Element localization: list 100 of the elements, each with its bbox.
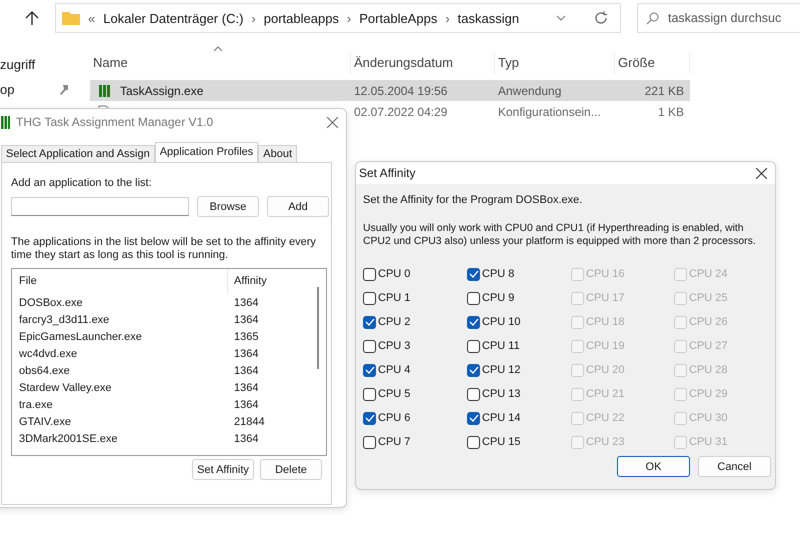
list-cell-text: 1364 (233, 382, 258, 394)
checkbox-label: CPU 17 (586, 292, 625, 304)
info-text: Usually you will only work with CPU0 and CPU1 (if Hyperthreading is enabled, with CPU2 und CPU3 also) unless your platform is equipped with more than 2 processors. (363, 222, 757, 248)
checkbox-label: CPU 23 (586, 436, 625, 448)
file-size: 1 KB (656, 104, 685, 118)
checkbox-label: CPU 4 (378, 364, 410, 376)
checkbox[interactable] (467, 292, 480, 304)
checkbox[interactable] (467, 436, 480, 448)
up-arrow-icon[interactable] (25, 10, 39, 26)
checkbox-label: CPU 25 (689, 292, 728, 304)
checkbox-label: CPU 19 (586, 340, 625, 352)
path-input[interactable] (11, 197, 189, 216)
checkbox[interactable] (363, 412, 376, 424)
checkbox-label: CPU 8 (482, 268, 514, 280)
list-cell-text: 3DMark2001SE.exe (18, 432, 118, 444)
breadcrumb-item[interactable]: taskassign (458, 10, 520, 26)
list-cell-text: GTAIV.exe (18, 416, 72, 428)
sort-caret-icon (214, 46, 222, 51)
list-cell-text: 1364 (233, 296, 258, 308)
breadcrumb-item[interactable]: Lokaler Datenträger (C:) (103, 10, 244, 26)
checkbox-label: CPU 20 (586, 364, 625, 376)
close-icon[interactable] (327, 116, 338, 128)
checkbox-label: CPU 3 (378, 340, 410, 352)
checkbox[interactable] (467, 268, 480, 280)
refresh-icon[interactable] (594, 11, 608, 25)
checkbox[interactable] (467, 412, 480, 424)
dialog-button[interactable]: Cancel (698, 456, 771, 477)
nav-item[interactable]: zugriff (0, 56, 75, 73)
dialog-button[interactable]: Set Affinity (192, 459, 254, 480)
checkbox[interactable] (363, 364, 376, 376)
checkbox[interactable] (467, 340, 480, 352)
column-header[interactable]: Änderungsdatum (351, 52, 495, 74)
checkbox[interactable] (363, 340, 376, 352)
checkbox-label: CPU 7 (378, 436, 410, 448)
scrollbar-thumb[interactable] (317, 287, 319, 369)
breadcrumb-separator: « (88, 10, 96, 26)
checkbox[interactable] (363, 268, 376, 280)
checkbox-label: CPU 27 (689, 340, 728, 352)
checkbox-label: CPU 16 (586, 268, 625, 280)
nav-label: zugriff (0, 57, 36, 72)
checkbox-label: CPU 0 (378, 268, 410, 280)
search-field[interactable]: taskassign durchsuc (637, 3, 800, 33)
nav-label: op (0, 82, 14, 97)
file-date: 02.07.2022 04:29 (353, 104, 448, 118)
checkbox[interactable] (363, 388, 376, 400)
column-header[interactable]: Name (90, 52, 351, 74)
column-header[interactable]: File (12, 269, 228, 293)
dialog-button[interactable]: Delete (260, 459, 322, 480)
intro-text: Set the Affinity for the Program DOSBox.exe. (363, 194, 584, 206)
folder-icon (62, 11, 80, 25)
address-bar[interactable]: « Lokaler Datenträger (C:) › portableapps › PortableApps › taskassign (55, 3, 621, 33)
checkbox-label: CPU 28 (689, 364, 728, 376)
list-cell-text: 1364 (233, 364, 258, 376)
list-cell-text: farcry3_d3d11.exe (18, 314, 110, 326)
file-row[interactable]: TaskAssign.exe 12.05.2004 19:56 Anwendung 221 KB (90, 80, 690, 101)
dialog-button[interactable]: OK (617, 456, 690, 477)
checkbox-label: CPU 18 (586, 316, 625, 328)
checkbox[interactable] (467, 364, 480, 376)
search-icon (646, 12, 659, 25)
window-title: THG Task Assignment Manager V1.0 (16, 115, 214, 129)
column-header[interactable]: Typ (495, 52, 615, 74)
checkbox[interactable] (363, 292, 376, 304)
dropdown-chevron-icon[interactable] (556, 15, 566, 21)
checkbox-label: CPU 9 (482, 292, 514, 304)
list-cell-text: 1365 (233, 330, 258, 342)
checkbox[interactable] (467, 388, 480, 400)
checkbox-label: CPU 11 (482, 340, 520, 352)
checkbox[interactable] (467, 316, 480, 328)
tab[interactable]: About (258, 145, 298, 162)
breadcrumb-item[interactable]: portableapps (264, 10, 339, 26)
list-cell-text: 1364 (233, 432, 258, 444)
checkbox-label: CPU 21 (586, 388, 625, 400)
checkbox-label: CPU 1 (378, 292, 410, 304)
pin-icon (59, 84, 69, 94)
file-date: 12.05.2004 19:56 (353, 84, 448, 98)
breadcrumb-item[interactable]: PortableApps (359, 10, 438, 26)
checkbox-label: CPU 24 (689, 268, 728, 280)
file-name: TaskAssign.exe (120, 84, 204, 98)
checkbox-label: CPU 31 (689, 436, 728, 448)
list-cell-text: DOSBox.exe (18, 296, 84, 308)
list-cell-text: tra.exe (18, 398, 54, 410)
close-icon[interactable] (756, 168, 767, 178)
list-cell-text: 1364 (233, 314, 258, 326)
list-cell-text: Stardew Valley.exe (18, 382, 113, 394)
file-type: Konfigurationsein... (497, 104, 602, 118)
dialog-button[interactable]: Browse (197, 196, 259, 217)
column-header[interactable]: Affinity (228, 275, 267, 287)
nav-item[interactable]: op (0, 81, 75, 98)
tab[interactable]: Select Application and Assign (1, 145, 155, 162)
checkbox-label: CPU 6 (378, 412, 410, 424)
checkbox[interactable] (363, 436, 376, 448)
checkbox[interactable] (363, 316, 376, 328)
breadcrumb-separator: › (251, 10, 256, 26)
column-header[interactable]: Größe (615, 52, 690, 74)
checkbox-label: CPU 14 (482, 412, 521, 424)
checkbox-label: CPU 26 (689, 316, 728, 328)
tab[interactable]: Application Profiles (154, 142, 258, 162)
info-text: The applications in the list below will be set to the affinity every time they start as long as this tool is running. (11, 236, 317, 262)
dialog-button[interactable]: Add (267, 196, 329, 217)
breadcrumb-separator: › (445, 10, 450, 26)
